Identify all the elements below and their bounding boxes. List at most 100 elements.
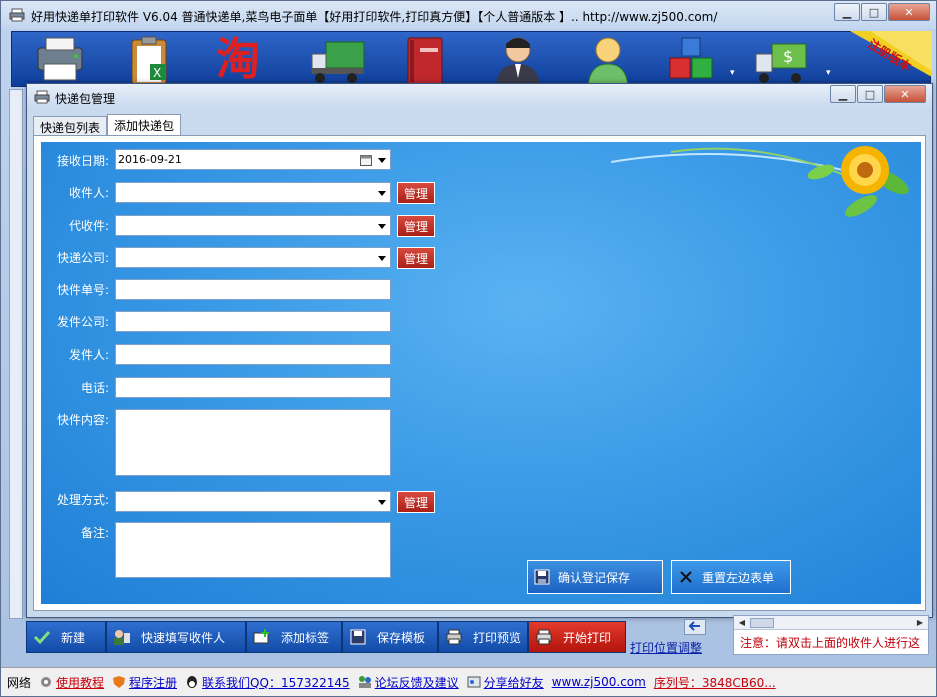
forum-link[interactable]: 论坛反馈及建议 xyxy=(375,674,459,691)
user-icon[interactable] xyxy=(578,34,638,86)
horizontal-scrollbar[interactable]: ◀ ▶ xyxy=(734,616,928,630)
register-ribbon[interactable]: 注册版本 xyxy=(840,31,932,77)
proxy-label: 代收件: xyxy=(68,219,109,233)
user-admin-icon[interactable] xyxy=(488,34,548,86)
dialog-minimize-button[interactable]: ▁ xyxy=(830,85,856,103)
dialog-maximize-button[interactable]: □ xyxy=(857,85,883,103)
tutorial-link[interactable]: 使用教程 xyxy=(56,674,104,691)
floppy-icon xyxy=(350,629,366,645)
date-value: 2016-09-21 xyxy=(118,153,182,166)
print-preview-button[interactable]: 打印预览 xyxy=(438,621,528,653)
sender-company-input[interactable] xyxy=(115,311,391,332)
content-textarea[interactable] xyxy=(115,409,391,476)
print-position-adjust-link[interactable]: 打印位置调整 xyxy=(630,639,702,656)
contact-link[interactable]: 联系我们QQ：157322145 xyxy=(202,674,350,691)
proxy-select[interactable] xyxy=(115,215,391,236)
add-label-button[interactable]: 添加标签 xyxy=(246,621,342,653)
reset-form-label: 重置左边表单 xyxy=(702,570,775,585)
remark-textarea[interactable] xyxy=(115,522,391,578)
close-button[interactable]: ✕ xyxy=(888,3,930,21)
save-template-button[interactable]: 保存模板 xyxy=(342,621,438,653)
shield-icon xyxy=(113,676,126,688)
recipient-select[interactable] xyxy=(115,182,391,203)
left-side-strip xyxy=(9,89,23,619)
cubes-dropdown-arrow[interactable]: ▾ xyxy=(730,68,735,78)
quick-fill-button[interactable]: 快速填写收件人 xyxy=(106,621,246,653)
tutorial-item[interactable]: 使用教程 xyxy=(39,674,104,691)
preview-printer-icon xyxy=(446,629,462,645)
forum-item[interactable]: 论坛反馈及建议 xyxy=(358,674,459,691)
handling-select[interactable] xyxy=(115,491,391,512)
clipboard-excel-icon[interactable]: X xyxy=(120,34,180,86)
courier-select[interactable] xyxy=(115,247,391,268)
waybill-input[interactable] xyxy=(115,279,391,300)
nav-arrow-button[interactable] xyxy=(684,619,706,635)
website-link[interactable]: www.zj500.com xyxy=(552,675,646,689)
date-label: 接收日期: xyxy=(56,154,109,168)
handling-manage-button[interactable]: 管理 xyxy=(397,491,435,513)
main-title-bar: 好用快递单打印软件 V6.04 普通快递单,菜鸟电子面单【好用打印软件,打印真方… xyxy=(1,1,936,29)
tab-add-parcel[interactable]: 添加快递包 xyxy=(107,114,182,136)
label-add-icon xyxy=(253,629,269,644)
address-book-icon[interactable] xyxy=(396,34,456,86)
app-title: 好用快递单打印软件 V6.04 普通快递单,菜鸟电子面单【好用打印软件,打印真方… xyxy=(31,10,718,24)
maximize-button[interactable]: □ xyxy=(861,3,887,21)
scroll-right-icon[interactable]: ▶ xyxy=(914,617,926,629)
proxy-dropdown-arrow[interactable] xyxy=(378,224,386,229)
flower-decoration xyxy=(611,146,909,217)
content-label: 快件内容: xyxy=(56,413,109,427)
sender-label: 发件人: xyxy=(68,348,109,362)
new-button[interactable]: 新建 xyxy=(26,621,106,653)
sender-input[interactable] xyxy=(115,344,391,365)
dialog-window-controls: ▁ □ ✕ xyxy=(829,85,926,103)
users-edit-icon xyxy=(114,630,130,645)
start-print-button[interactable]: 开始打印 xyxy=(528,621,626,653)
confirm-save-label: 确认登记保存 xyxy=(558,570,631,585)
courier-manage-button[interactable]: 管理 xyxy=(397,247,435,269)
scroll-left-icon[interactable]: ◀ xyxy=(736,617,748,629)
printer-icon[interactable] xyxy=(30,34,90,86)
reset-form-button[interactable]: 重置左边表单 xyxy=(671,560,791,594)
recipient-dropdown-arrow[interactable] xyxy=(378,191,386,196)
share-link[interactable]: 分享给好友 xyxy=(484,674,544,691)
qq-penguin-icon xyxy=(187,676,198,688)
share-icon xyxy=(467,676,481,688)
dialog-tabs: 快递包列表 添加快递包 xyxy=(33,114,182,136)
tab-parcel-list[interactable]: 快递包列表 xyxy=(33,116,108,136)
svg-text:X: X xyxy=(153,66,161,80)
new-label: 新建 xyxy=(61,630,86,645)
truck-icon[interactable] xyxy=(308,34,368,86)
confirm-save-button[interactable]: 确认登记保存 xyxy=(527,560,663,594)
main-toolbar: X 淘 ▾ $ ▾ 注册版本 xyxy=(11,31,932,87)
cubes-icon[interactable] xyxy=(662,34,722,86)
taobao-icon[interactable]: 淘 xyxy=(208,34,268,86)
register-link[interactable]: 程序注册 xyxy=(129,674,177,691)
courier-dropdown-arrow[interactable] xyxy=(378,256,386,261)
courier-label: 快递公司: xyxy=(56,251,109,265)
handling-dropdown-arrow[interactable] xyxy=(378,500,386,505)
bottom-action-bar: 新建 快速填写收件人 添加标签 保存模板 打印预览 开始打印 xyxy=(26,621,626,653)
save-template-label: 保存模板 xyxy=(377,630,426,645)
scroll-thumb[interactable] xyxy=(750,618,774,628)
print-icon xyxy=(536,629,552,645)
money-dropdown-arrow[interactable]: ▾ xyxy=(826,68,831,78)
hint-note: 注意：请双击上面的收件人进行这 xyxy=(740,636,921,650)
date-field[interactable]: 2016-09-21 xyxy=(115,149,391,170)
dialog-close-button[interactable]: ✕ xyxy=(884,85,926,103)
tab-panel: 接收日期: 2016-09-21 收件人: 管理 代收件: 管理 快递公司: 管… xyxy=(33,135,926,611)
sender-company-label: 发件公司: xyxy=(56,315,109,329)
svg-text:$: $ xyxy=(783,47,793,66)
date-dropdown-arrow[interactable] xyxy=(378,158,386,163)
share-item[interactable]: 分享给好友 xyxy=(467,674,544,691)
phone-input[interactable] xyxy=(115,377,391,398)
add-label-text: 添加标签 xyxy=(281,630,330,645)
contact-item[interactable]: 联系我们QQ：157322145 xyxy=(185,674,350,691)
left-arrow-icon xyxy=(688,621,700,631)
register-item[interactable]: 程序注册 xyxy=(112,674,177,691)
people-icon xyxy=(358,676,371,688)
proxy-manage-button[interactable]: 管理 xyxy=(397,215,435,237)
calendar-icon[interactable] xyxy=(360,154,372,166)
money-truck-icon[interactable]: $ xyxy=(752,34,812,86)
minimize-button[interactable]: ▁ xyxy=(834,3,860,21)
recipient-manage-button[interactable]: 管理 xyxy=(397,182,435,204)
